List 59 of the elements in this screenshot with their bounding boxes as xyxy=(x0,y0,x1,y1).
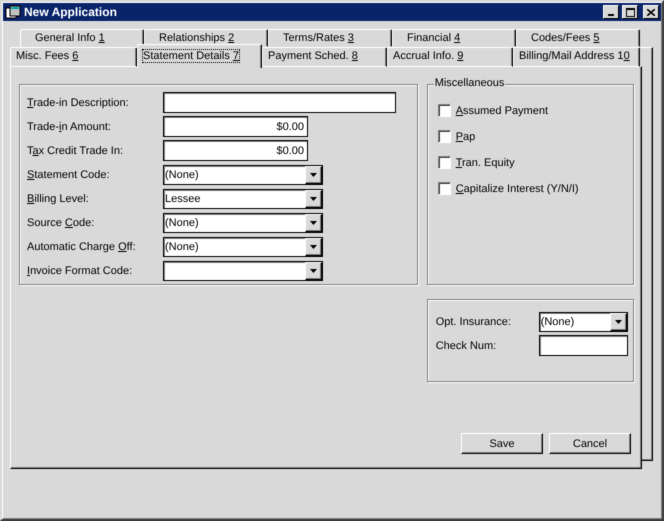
app-icon xyxy=(5,5,21,19)
dialog-button[interactable]: Save xyxy=(461,433,543,454)
field-label: Opt. Insurance: xyxy=(436,316,512,328)
caret-icon xyxy=(614,320,622,324)
dropdown-button[interactable] xyxy=(305,190,322,208)
checkbox-label: Tran. Equity xyxy=(456,156,515,168)
caret-icon xyxy=(310,196,317,200)
field-label: Invoice Format Code: xyxy=(27,264,134,276)
window-title: New Application xyxy=(24,5,118,19)
tab[interactable]: General Info 1 xyxy=(20,29,144,47)
checkbox[interactable] xyxy=(438,104,451,117)
field-label: Trade-in Amount: xyxy=(27,120,112,132)
text-field[interactable] xyxy=(538,335,628,356)
maximize-button[interactable] xyxy=(622,5,638,19)
text-field[interactable] xyxy=(163,92,396,113)
tab[interactable]: Statement Details 7 xyxy=(137,44,262,68)
dropdown-button[interactable] xyxy=(305,214,322,232)
dialog-button[interactable]: Cancel xyxy=(549,433,631,454)
dropdown-field[interactable]: (None) xyxy=(163,236,323,256)
field-label: Tax Credit Trade In: xyxy=(27,144,124,156)
tab[interactable]: Payment Sched. 8 xyxy=(262,47,387,67)
field-label: Trade-in Description: xyxy=(27,96,130,108)
caret-icon xyxy=(310,244,317,248)
dropdown-field[interactable] xyxy=(163,260,323,280)
checkbox[interactable] xyxy=(438,182,451,195)
caret-icon xyxy=(310,220,317,224)
maximize-icon xyxy=(626,8,634,16)
field-label: Statement Code: xyxy=(27,168,111,180)
amount-field[interactable]: $0.00 xyxy=(163,116,308,137)
checkbox-label: Pap xyxy=(456,130,476,142)
tab[interactable]: Billing/Mail Address 10 xyxy=(513,47,640,67)
dropdown-field[interactable]: (None) xyxy=(163,212,323,232)
dropdown-button[interactable] xyxy=(610,312,627,330)
field-label: Automatic Charge Off: xyxy=(27,240,137,252)
dropdown-field[interactable]: (None) xyxy=(163,164,323,184)
checkbox[interactable] xyxy=(438,156,451,169)
close-icon xyxy=(647,8,655,16)
caret-icon xyxy=(310,268,317,272)
checkbox[interactable] xyxy=(438,130,451,143)
field-label: Billing Level: xyxy=(27,192,90,204)
tab[interactable]: Terms/Rates 3 xyxy=(268,29,392,47)
amount-field[interactable]: $0.00 xyxy=(163,140,308,161)
checkbox-label: Assumed Payment xyxy=(456,104,548,116)
dropdown-field[interactable]: (None) xyxy=(538,312,628,332)
tab[interactable]: Misc. Fees 6 xyxy=(10,47,137,67)
caret-icon xyxy=(310,172,317,176)
tab[interactable]: Codes/Fees 5 xyxy=(516,29,640,47)
close-button[interactable] xyxy=(643,5,659,19)
dropdown-button[interactable] xyxy=(305,262,322,280)
minimize-button[interactable] xyxy=(603,5,619,19)
field-label: Check Num: xyxy=(436,340,498,352)
field-label: Source Code: xyxy=(27,216,96,228)
group-title: Miscellaneous xyxy=(434,77,506,89)
checkbox-label: Capitalize Interest (Y/N/I) xyxy=(456,182,579,194)
dropdown-button[interactable] xyxy=(305,238,322,256)
dropdown-button[interactable] xyxy=(305,166,322,184)
tab[interactable]: Accrual Info. 9 xyxy=(387,47,513,67)
dropdown-field[interactable]: Lessee xyxy=(163,188,323,208)
tab[interactable]: Financial 4 xyxy=(392,29,516,47)
